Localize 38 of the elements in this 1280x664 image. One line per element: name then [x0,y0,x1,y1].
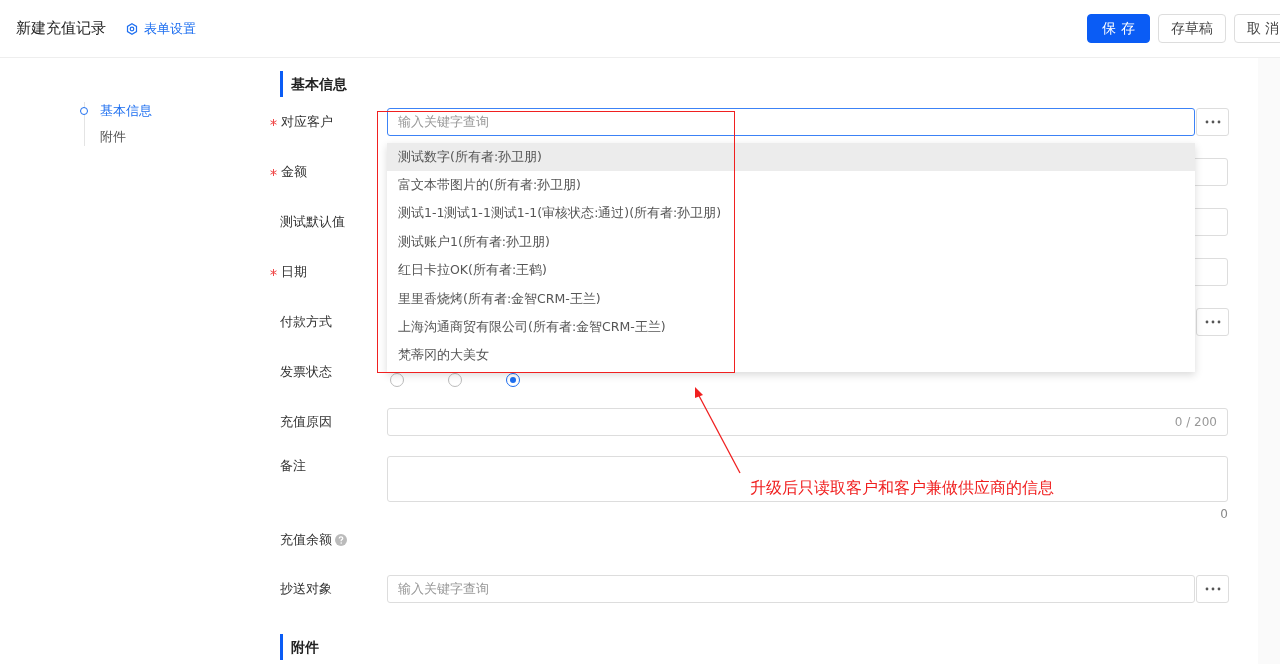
nav-item[interactable]: 基本信息 [80,102,152,120]
page-title: 新建充值记录 [16,19,106,38]
dropdown-option[interactable]: 红日卡拉OK(所有者:王鹤) [387,256,1195,285]
section-title: 附件 [280,634,1258,660]
character-count: 0 [1220,507,1228,521]
textarea-field[interactable] [387,456,1228,502]
field-label: 备注 [280,457,306,475]
save-button[interactable]: 保 存 [1087,14,1150,43]
dropdown-option[interactable]: 富文本带图片的(所有者:孙卫朋) [387,171,1195,200]
settings-icon [126,22,138,35]
field-label: 发票状态 [280,363,332,381]
nav-item[interactable]: 附件 [80,128,152,146]
action-button[interactable]: 存草稿 [1157,14,1226,43]
help-icon [335,533,347,546]
field-label: 充值原因 [280,413,332,431]
dropdown-option[interactable]: 里里香烧烤(所有者:金智CRM-王兰) [387,284,1195,314]
more-button[interactable] [1196,108,1229,136]
field-label: 付款方式 [280,313,332,331]
action-button[interactable]: 取 消 [1233,14,1280,43]
field-label: 日期 [281,263,307,281]
annotation-text: 升级后只读取客户和客户兼做供应商的信息 [750,478,1054,499]
field-label: 抄送对象 [280,580,332,598]
dropdown-option[interactable]: 测试数字(所有者:孙卫朋) [387,143,1195,172]
section-title: 基本信息 [280,71,1258,97]
dropdown-option[interactable]: 上海沟通商贸有限公司(所有者:金智CRM-王兰) [387,313,1195,342]
dropdown-option[interactable]: 测试账户1(所有者:孙卫朋) [387,228,1195,257]
field-label: 测试默认值 [280,213,345,231]
more-button[interactable] [1196,575,1229,603]
ellipsis-icon [1204,587,1221,591]
field-label: 对应客户 [281,113,333,131]
form-settings-link[interactable]: 表单设置 [126,19,196,38]
field-label: 金额 [281,163,307,181]
field-label: 充值余额 [280,530,332,549]
dropdown-option[interactable]: 梵蒂冈的大美女 [387,341,1195,371]
dropdown-option[interactable]: 测试1-1测试1-1测试1-1(审核状态:通过)(所有者:孙卫朋) [387,199,1195,229]
ellipsis-icon [1204,320,1221,324]
ellipsis-icon [1204,120,1221,124]
more-button[interactable] [1196,308,1229,336]
